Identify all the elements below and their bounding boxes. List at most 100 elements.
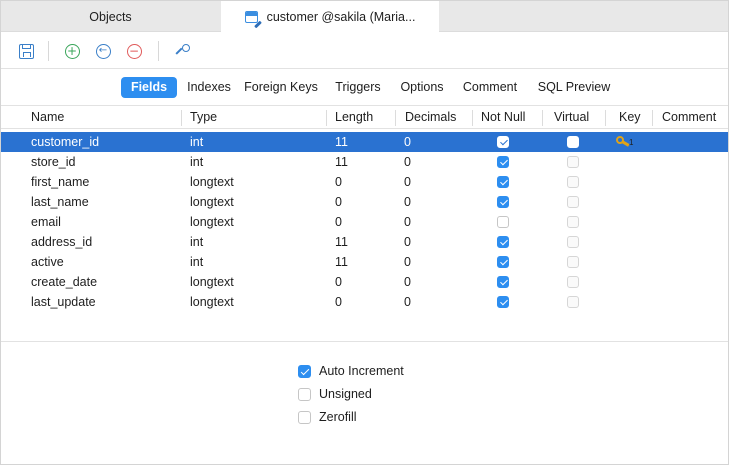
auto-increment-checkbox[interactable] [298,364,311,378]
field-type[interactable]: int [190,152,203,172]
zerofill-label: Zerofill [319,410,357,424]
field-decimals[interactable]: 0 [404,252,411,272]
insert-field-icon: ← [95,43,111,59]
add-field-button[interactable]: + [63,42,81,60]
table-row[interactable]: email longtext 0 0 [1,212,728,232]
field-length[interactable]: 0 [335,272,342,292]
field-type[interactable]: longtext [190,292,234,312]
tab-objects[interactable]: Objects [1,1,220,32]
tab-options[interactable]: Options [394,77,450,98]
insert-field-button[interactable]: ← [94,42,112,60]
column-separator [181,110,182,126]
not-null-checkbox[interactable] [497,276,509,288]
field-type[interactable]: longtext [190,272,234,292]
field-type[interactable]: longtext [190,212,234,232]
table-row[interactable]: last_update longtext 0 0 [1,292,728,312]
field-decimals[interactable]: 0 [404,192,411,212]
field-type[interactable]: int [190,132,203,152]
not-null-checkbox[interactable] [497,256,509,268]
tab-triggers[interactable]: Triggers [330,77,386,98]
field-name[interactable]: last_name [31,192,89,212]
tab-customer-table[interactable]: customer @sakila (Maria... [221,1,439,33]
save-button[interactable] [17,42,35,60]
field-decimals[interactable]: 0 [404,292,411,312]
field-name[interactable]: email [31,212,61,232]
column-header-virtual[interactable]: Virtual [554,106,589,129]
zerofill-checkbox[interactable] [298,410,311,424]
field-name[interactable]: store_id [31,152,75,172]
field-decimals[interactable]: 0 [404,232,411,252]
field-type[interactable]: int [190,252,203,272]
table-row[interactable]: address_id int 11 0 [1,232,728,252]
virtual-checkbox[interactable] [567,176,579,188]
field-decimals[interactable]: 0 [404,272,411,292]
field-name[interactable]: address_id [31,232,92,252]
table-row[interactable]: active int 11 0 [1,252,728,272]
not-null-checkbox[interactable] [497,236,509,248]
tab-comment[interactable]: Comment [457,77,523,98]
virtual-checkbox[interactable] [567,276,579,288]
field-name[interactable]: create_date [31,272,97,292]
zerofill-option[interactable]: Zerofill [298,408,357,426]
column-header-key[interactable]: Key [619,106,641,129]
panel-divider[interactable] [1,341,728,342]
field-length[interactable]: 11 [335,152,348,172]
column-header-type[interactable]: Type [190,106,217,129]
not-null-checkbox[interactable] [497,156,509,168]
primary-key-button[interactable] [174,42,192,60]
field-decimals[interactable]: 0 [404,212,411,232]
tab-foreign-keys[interactable]: Foreign Keys [241,77,321,98]
table-row[interactable]: store_id int 11 0 [1,152,728,172]
not-null-checkbox[interactable] [497,176,509,188]
virtual-checkbox[interactable] [567,236,579,248]
column-header-length[interactable]: Length [335,106,373,129]
table-row[interactable]: last_name longtext 0 0 [1,192,728,212]
designer-tabs: Fields Indexes Foreign Keys Triggers Opt… [1,69,728,105]
field-length[interactable]: 0 [335,172,342,192]
virtual-checkbox[interactable] [567,216,579,228]
field-decimals[interactable]: 0 [404,152,411,172]
field-length[interactable]: 0 [335,292,342,312]
tab-indexes[interactable]: Indexes [183,77,235,98]
field-name[interactable]: last_update [31,292,96,312]
not-null-checkbox[interactable] [497,196,509,208]
field-length[interactable]: 0 [335,192,342,212]
unsigned-checkbox[interactable] [298,387,311,401]
table-row[interactable]: customer_id int 11 0 1 [1,132,728,152]
tab-sql-preview[interactable]: SQL Preview [533,77,615,98]
column-header-decimals[interactable]: Decimals [405,106,456,129]
tab-objects-label: Objects [89,9,132,24]
virtual-checkbox[interactable] [567,156,579,168]
field-decimals[interactable]: 0 [404,132,411,152]
virtual-checkbox[interactable] [567,196,579,208]
field-name[interactable]: active [31,252,64,272]
field-type[interactable]: longtext [190,172,234,192]
not-null-checkbox[interactable] [497,296,509,308]
column-header-name[interactable]: Name [31,106,64,129]
table-row[interactable]: first_name longtext 0 0 [1,172,728,192]
field-length[interactable]: 0 [335,212,342,232]
field-length[interactable]: 11 [335,252,348,272]
unsigned-option[interactable]: Unsigned [298,385,372,403]
toolbar-separator [48,41,49,61]
field-decimals[interactable]: 0 [404,172,411,192]
delete-field-button[interactable]: − [125,42,143,60]
not-null-checkbox[interactable] [497,136,509,148]
virtual-checkbox[interactable] [567,256,579,268]
virtual-checkbox[interactable] [567,136,579,148]
field-type[interactable]: longtext [190,192,234,212]
not-null-checkbox[interactable] [497,216,509,228]
auto-increment-option[interactable]: Auto Increment [298,362,404,380]
save-icon [18,43,34,59]
column-header-not-null[interactable]: Not Null [481,106,525,129]
field-name[interactable]: first_name [31,172,89,192]
tab-fields[interactable]: Fields [121,77,177,98]
column-separator [326,110,327,126]
field-length[interactable]: 11 [335,232,348,252]
field-name[interactable]: customer_id [31,132,99,152]
column-header-comment[interactable]: Comment [662,106,716,129]
table-row[interactable]: create_date longtext 0 0 [1,272,728,292]
field-type[interactable]: int [190,232,203,252]
virtual-checkbox[interactable] [567,296,579,308]
field-length[interactable]: 11 [335,132,348,152]
